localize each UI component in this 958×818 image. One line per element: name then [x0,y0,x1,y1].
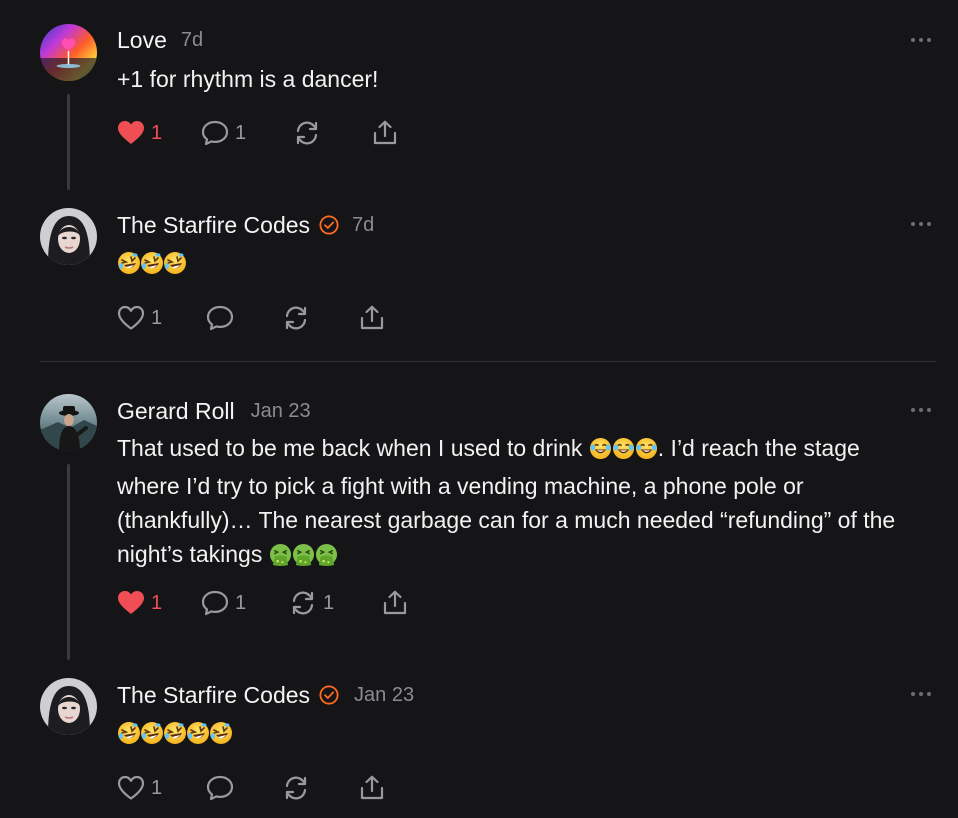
reply-count: 1 [235,121,247,144]
reply-count: 1 [235,591,247,614]
like-count: 1 [151,121,163,144]
vomiting-face-emoji-icon [291,543,315,567]
rolling-laughing-emoji-icon [209,721,233,745]
comment-bubble-icon [206,775,234,801]
timestamp[interactable]: Jan 23 [251,400,311,423]
laughing-tears-emoji-group [588,435,658,469]
verified-badge-icon [319,685,339,705]
rolling-laughing-emoji-icon [140,251,164,275]
like-button[interactable]: 1 [117,118,162,148]
author-name[interactable]: Love [117,27,167,54]
comment-bubble-icon [201,120,229,146]
thread-line [67,94,70,190]
thread-line [67,464,70,660]
rainbow-heart-avatar [40,24,97,81]
like-button[interactable]: 1 [117,303,162,333]
restack-icon [285,306,307,330]
heart-outline-icon [117,775,145,800]
comment-text: +1 for rhythm is a dancer! [117,66,379,92]
rolling-laughing-emoji-icon [186,721,210,745]
author-name[interactable]: Gerard Roll [117,398,235,425]
author-name[interactable]: The Starfire Codes [117,682,310,709]
author-name[interactable]: The Starfire Codes [117,212,310,239]
reply-button[interactable] [206,773,234,803]
share-icon [373,120,397,145]
share-button[interactable] [358,303,386,333]
like-count: 1 [151,591,163,614]
reply-button[interactable] [206,303,234,333]
restack-button[interactable] [282,303,310,333]
emoji-reaction-text [117,251,187,277]
share-button[interactable] [358,773,386,803]
vomiting-emoji-group [268,541,338,575]
share-button[interactable] [381,588,409,618]
more-options-icon[interactable] [910,220,932,228]
rolling-laughing-emoji-icon [117,721,141,745]
vomiting-face-emoji-icon [314,543,338,567]
rolling-laughing-emoji-icon [163,251,187,275]
timestamp[interactable]: Jan 23 [354,684,414,707]
comment-text: That used to be me back when I used to d… [117,431,922,575]
tears-of-joy-emoji-icon [588,437,612,460]
emoji-reaction-text [117,721,233,747]
vomiting-face-emoji-icon [268,543,292,567]
more-options-icon[interactable] [910,406,932,414]
restack-button[interactable] [282,773,310,803]
avatar[interactable] [40,208,97,265]
man-in-hat-avatar [40,394,97,451]
woman-portrait-avatar [40,208,97,265]
reply-button[interactable]: 1 [201,118,246,148]
rolling-laughing-emoji-icon [140,721,164,745]
restack-icon [292,591,314,615]
more-options-icon[interactable] [910,36,932,44]
comment-bubble-icon [201,590,229,616]
heart-filled-icon [118,591,144,614]
heart-filled-icon [118,121,144,144]
heart-outline-icon [117,305,145,330]
share-icon [360,305,384,330]
more-options-icon[interactable] [910,690,932,698]
verified-badge-icon [319,215,339,235]
restack-button[interactable] [293,118,321,148]
woman-portrait-avatar [40,678,97,735]
like-button[interactable]: 1 [117,773,162,803]
like-count: 1 [151,776,163,799]
comment-header: The Starfire Codes 7d [117,210,374,240]
comment-header: Gerard Roll Jan 23 [117,396,311,426]
share-button[interactable] [371,118,399,148]
restack-count: 1 [323,591,335,614]
timestamp[interactable]: 7d [352,214,374,237]
share-icon [383,590,407,615]
avatar[interactable] [40,394,97,451]
thread-divider [40,361,936,362]
reply-button[interactable]: 1 [201,588,246,618]
like-count: 1 [151,306,163,329]
rolling-laughing-emoji-icon [117,251,141,275]
restack-button[interactable]: 1 [289,588,334,618]
comment-bubble-icon [206,305,234,331]
restack-icon [296,121,318,145]
like-button[interactable]: 1 [117,588,162,618]
timestamp[interactable]: 7d [181,29,203,52]
avatar[interactable] [40,24,97,81]
comment-header: The Starfire Codes Jan 23 [117,680,414,710]
tears-of-joy-emoji-icon [634,437,658,460]
rolling-laughing-emoji-icon [163,721,187,745]
tears-of-joy-emoji-icon [611,437,635,460]
avatar[interactable] [40,678,97,735]
share-icon [360,775,384,800]
comment-text-part: That used to be me back when I used to d… [117,435,589,461]
comment-header: Love 7d [117,25,203,55]
restack-icon [285,776,307,800]
